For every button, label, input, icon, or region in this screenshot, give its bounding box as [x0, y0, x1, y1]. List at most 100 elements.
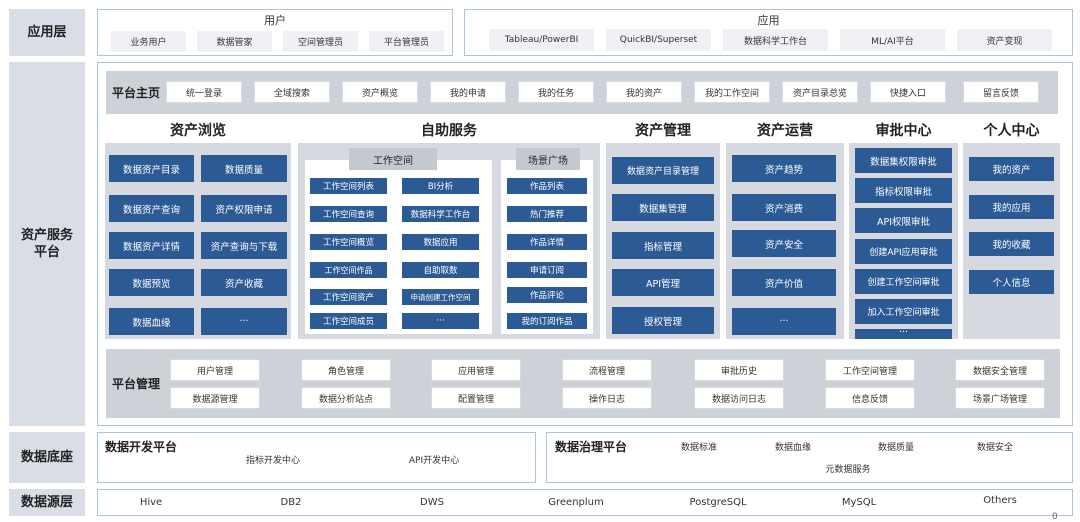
browse-item[interactable]: 资产权限申请: [201, 195, 287, 222]
asset-ops-item[interactable]: ···: [732, 308, 836, 335]
browse-item[interactable]: 资产查询与下载: [201, 232, 287, 259]
asset-ops-item[interactable]: 资产安全: [732, 230, 836, 257]
workspace-item[interactable]: 工作空间查询: [310, 206, 387, 222]
app-item[interactable]: 资产变现: [957, 29, 1052, 51]
gov-platform-item[interactable]: 元数据服务: [803, 462, 893, 475]
portal-item[interactable]: 我的申请: [430, 81, 506, 103]
gov-platform-item[interactable]: 数据标准: [664, 440, 734, 453]
approval-item[interactable]: 加入工作空间审批: [855, 299, 952, 324]
app-item[interactable]: 数据科学工作台: [723, 29, 828, 51]
workspace-item[interactable]: 工作空间资产: [310, 289, 387, 305]
self-service-panel: 工作空间 工作空间 工作空间列表 BI分析 工作空间查询 数据科学工作台 工作空…: [298, 143, 600, 339]
workspace-item[interactable]: 工作空间概览: [310, 234, 387, 250]
approval-item[interactable]: 创建API应用审批: [855, 239, 952, 264]
browse-panel: 数据资产目录 数据质量 数据资产查询 资产权限申请 数据资产详情 资产查询与下载…: [105, 143, 291, 339]
portal-item[interactable]: 我的工作空间: [694, 81, 770, 103]
browse-item[interactable]: 数据资产详情: [109, 232, 194, 259]
asset-mgmt-item[interactable]: 数据资产目录管理: [612, 157, 714, 184]
asset-mgmt-item[interactable]: 数据集管理: [612, 194, 714, 221]
mgmt-item[interactable]: 数据安全管理: [955, 359, 1045, 381]
gov-platform-item[interactable]: 数据血缘: [758, 440, 828, 453]
workspace-item[interactable]: 数据科学工作台: [402, 206, 479, 222]
workspace-item[interactable]: 自助取数: [402, 262, 479, 278]
asset-ops-item[interactable]: 资产趋势: [732, 155, 836, 182]
user-item[interactable]: 业务用户: [111, 31, 186, 52]
gov-platform-item[interactable]: 数据安全: [960, 440, 1030, 453]
user-item[interactable]: 空间管理员: [283, 31, 358, 52]
portal-item[interactable]: 资产概览: [342, 81, 418, 103]
scene-item[interactable]: 作品详情: [507, 234, 587, 250]
mgmt-item[interactable]: 操作日志: [562, 387, 652, 409]
workspace-item[interactable]: 工作空间列表: [310, 178, 387, 194]
portal-item[interactable]: 全域搜索: [254, 81, 330, 103]
scene-item[interactable]: 作品评论: [507, 287, 587, 303]
browse-item[interactable]: 资产收藏: [201, 269, 287, 296]
gov-platform-group: 数据治理平台 数据标准 数据血缘 数据质量 数据安全 元数据服务: [546, 432, 1073, 483]
scene-item[interactable]: 作品列表: [507, 178, 587, 194]
personal-item[interactable]: 我的收藏: [969, 232, 1054, 256]
asset-ops-item[interactable]: 资产消费: [732, 194, 836, 221]
section-title-browse: 资产浏览: [170, 123, 226, 139]
asset-ops-item[interactable]: 资产价值: [732, 269, 836, 296]
dev-platform-item[interactable]: 指标开发中心: [213, 453, 333, 466]
user-item[interactable]: 数据管家: [197, 31, 272, 52]
approval-item[interactable]: ···: [855, 329, 952, 339]
mgmt-item[interactable]: 信息反馈: [825, 387, 915, 409]
asset-mgmt-item[interactable]: 指标管理: [612, 232, 714, 259]
asset-mgmt-item[interactable]: API管理: [612, 269, 714, 296]
scene-item[interactable]: 我的订阅作品: [507, 313, 587, 329]
scene-item[interactable]: 申请订阅: [507, 262, 587, 278]
mgmt-item[interactable]: 配置管理: [431, 387, 521, 409]
mgmt-item[interactable]: 数据源管理: [170, 387, 260, 409]
app-item[interactable]: QuickBI/Superset: [606, 29, 711, 51]
browse-item[interactable]: 数据预览: [109, 269, 194, 296]
workspace-item[interactable]: ···: [402, 313, 479, 329]
mgmt-item[interactable]: 数据访问日志: [694, 387, 784, 409]
mgmt-item[interactable]: 场景广场管理: [955, 387, 1045, 409]
mgmt-item[interactable]: 用户管理: [170, 359, 260, 381]
personal-item[interactable]: 我的应用: [969, 195, 1054, 219]
dev-platform-item[interactable]: API开发中心: [374, 453, 494, 466]
mgmt-item[interactable]: 角色管理: [301, 359, 391, 381]
browse-item[interactable]: 数据质量: [201, 155, 287, 182]
asset-ops-panel: 资产趋势 资产消费 资产安全 资产价值 ···: [726, 143, 844, 339]
source-item: Others: [983, 495, 1017, 506]
portal-item[interactable]: 我的资产: [606, 81, 682, 103]
layer-label-app: 应用层: [9, 9, 85, 56]
workspace-item[interactable]: 工作空间成员: [310, 313, 387, 329]
mgmt-item[interactable]: 数据分析站点: [301, 387, 391, 409]
section-title-self-service: 自助服务: [421, 123, 477, 139]
mgmt-item[interactable]: 工作空间管理: [825, 359, 915, 381]
browse-item[interactable]: ···: [201, 308, 287, 335]
gov-platform-item[interactable]: 数据质量: [861, 440, 931, 453]
workspace-item[interactable]: 申请创建工作空间: [402, 289, 479, 305]
approval-item[interactable]: API权限审批: [855, 208, 952, 233]
portal-item[interactable]: 统一登录: [166, 81, 242, 103]
personal-item[interactable]: 我的资产: [969, 157, 1054, 181]
personal-item[interactable]: 个人信息: [969, 270, 1054, 294]
mgmt-item[interactable]: 审批历史: [694, 359, 784, 381]
portal-item[interactable]: 快捷入口: [870, 81, 946, 103]
scene-item[interactable]: 热门推荐: [507, 206, 587, 222]
browse-item[interactable]: 数据资产目录: [109, 155, 194, 182]
approval-item[interactable]: 创建工作空间审批: [855, 269, 952, 294]
workspace-item[interactable]: BI分析: [402, 178, 479, 194]
browse-item[interactable]: 数据血缘: [109, 308, 194, 335]
asset-mgmt-item[interactable]: 授权管理: [612, 307, 714, 334]
portal-item[interactable]: 资产目录总览: [782, 81, 858, 103]
app-item[interactable]: Tableau/PowerBI: [489, 29, 594, 51]
portal-item[interactable]: 我的任务: [518, 81, 594, 103]
workspace-item[interactable]: 工作空间作品: [310, 262, 387, 278]
app-item[interactable]: ML/AI平台: [840, 29, 945, 51]
approval-item[interactable]: 指标权限审批: [855, 178, 952, 203]
user-item[interactable]: 平台管理员: [369, 31, 444, 52]
workspace-item[interactable]: 数据应用: [402, 234, 479, 250]
dev-platform-title: 数据开发平台: [105, 440, 178, 454]
portal-bar: 平台主页 统一登录 全域搜索 资产概览 我的申请 我的任务 我的资产 我的工作空…: [106, 71, 1058, 114]
approval-item[interactable]: 数据集权限审批: [855, 148, 952, 173]
mgmt-item[interactable]: 流程管理: [562, 359, 652, 381]
mgmt-item[interactable]: 应用管理: [431, 359, 521, 381]
asset-mgmt-panel: 数据资产目录管理 数据集管理 指标管理 API管理 授权管理: [606, 143, 720, 339]
portal-item[interactable]: 留言反馈: [963, 81, 1039, 103]
browse-item[interactable]: 数据资产查询: [109, 195, 194, 222]
